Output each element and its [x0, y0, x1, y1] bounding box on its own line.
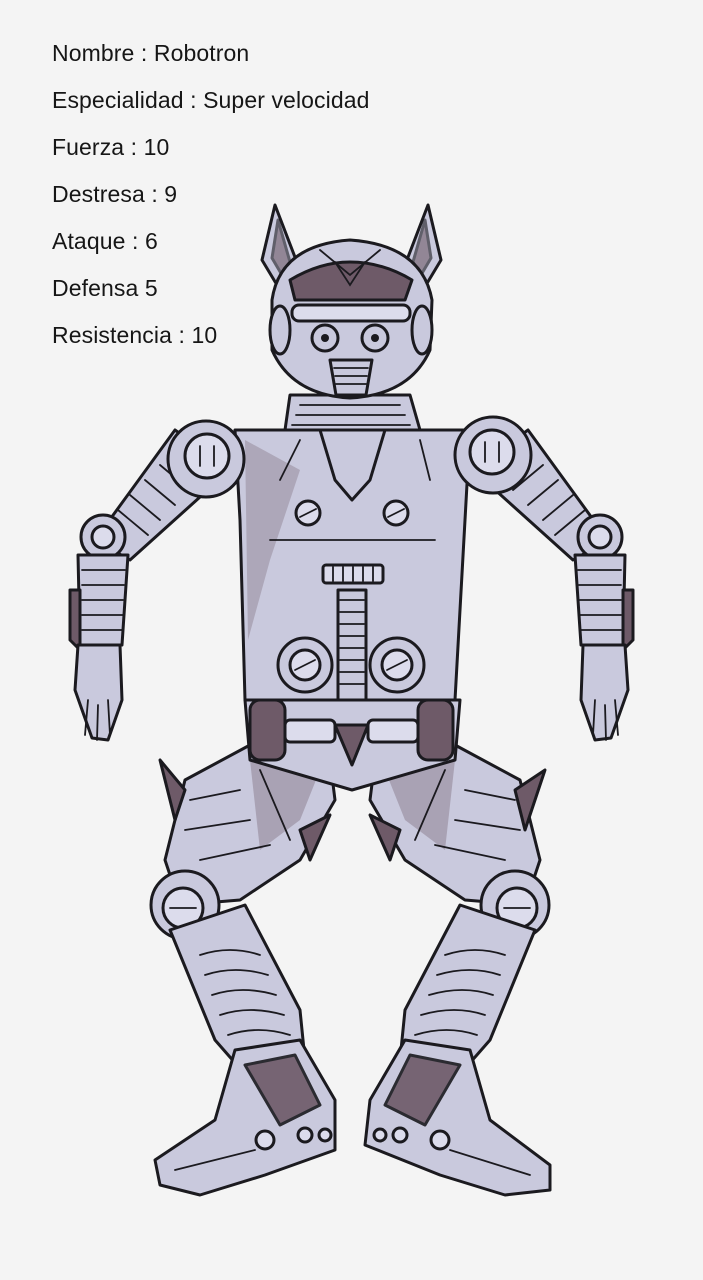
robot-left-leg: [149, 743, 337, 1197]
robot-head: [260, 203, 443, 400]
stat-nombre: Nombre : Robotron: [52, 40, 250, 66]
robot-illustration: [68, 203, 635, 1197]
robot-right-leg: [363, 743, 552, 1197]
stat-fuerza: Fuerza : 10: [52, 134, 170, 160]
robot-neck: [283, 393, 422, 432]
robot-torso: [233, 428, 472, 702]
stat-especialidad: Especialidad : Super velocidad: [52, 87, 370, 113]
